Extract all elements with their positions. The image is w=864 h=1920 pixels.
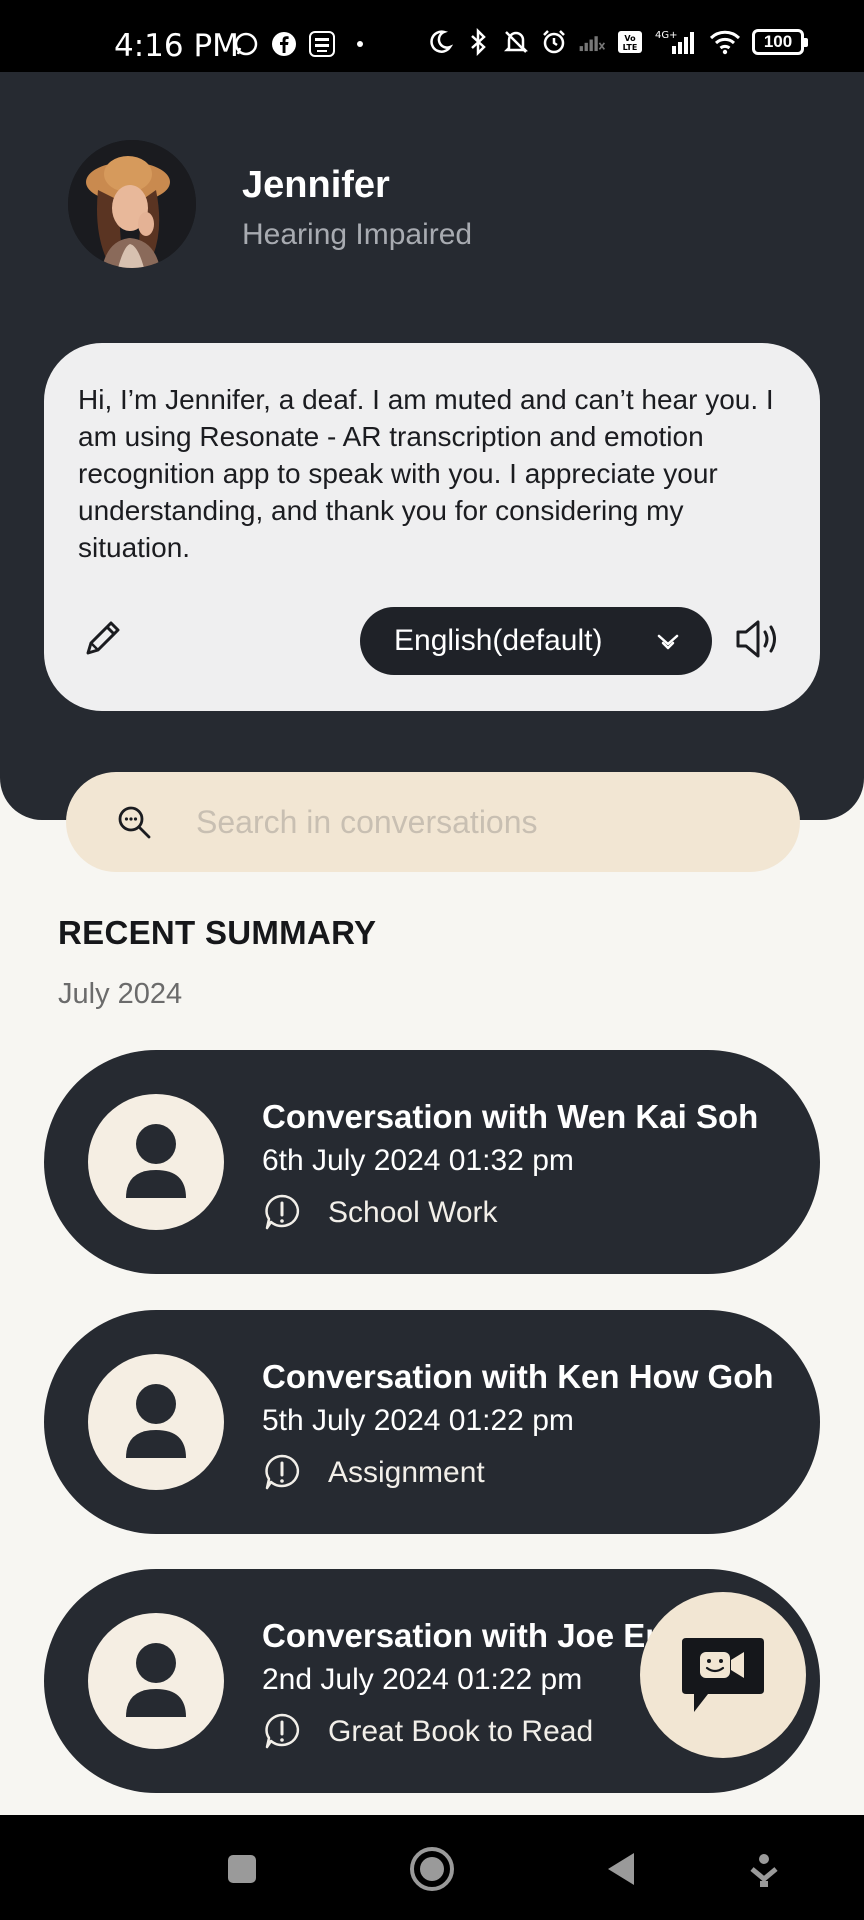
conversation-topic: Assignment (328, 1456, 485, 1489)
speak-aloud-button[interactable] (732, 613, 784, 665)
status-system-icons: Vo LTE 4G+ 100 (426, 28, 808, 56)
profile-name: Jennifer (242, 164, 390, 206)
search-input[interactable] (196, 796, 756, 848)
video-chat-button[interactable] (640, 1592, 806, 1758)
conversation-title: Conversation with Joe Er (262, 1617, 659, 1654)
contact-avatar (88, 1094, 224, 1230)
svg-text:4G+: 4G+ (655, 30, 678, 41)
alarm-icon (540, 28, 568, 56)
language-selector-label: English(default) (394, 624, 603, 657)
bell-off-icon (502, 28, 530, 56)
status-bar: 4:16 PM Vo LTE 4G+ 100 (0, 0, 864, 72)
profile-role: Hearing Impaired (242, 218, 473, 251)
profile-avatar[interactable] (68, 140, 196, 268)
status-notification-icons (232, 30, 374, 58)
touch-n-go-icon (308, 30, 336, 58)
conversation-date: 6th July 2024 01:32 pm (262, 1144, 574, 1177)
signal-4g-icon: 4G+ (654, 28, 698, 56)
signal-icon (578, 28, 606, 56)
dot-icon (346, 30, 374, 58)
recent-summary-month: July 2024 (58, 978, 183, 1010)
person-icon (126, 1124, 186, 1198)
home-circle-icon[interactable] (408, 1845, 456, 1893)
conversation-topic: School Work (328, 1196, 498, 1229)
back-triangle-icon[interactable] (598, 1845, 646, 1893)
conversation-card[interactable]: Conversation with Wen Kai Soh 6th July 2… (44, 1050, 820, 1274)
contact-avatar (88, 1613, 224, 1749)
conversation-card[interactable]: Conversation with Ken How Goh 5th July 2… (44, 1310, 820, 1534)
intro-message-card: Hi, I’m Jennifer, a deaf. I am muted and… (44, 343, 820, 711)
contact-avatar (88, 1354, 224, 1490)
svg-text:Vo: Vo (624, 34, 636, 43)
profile-photo (68, 140, 196, 268)
person-icon (126, 1643, 186, 1717)
conversation-date: 2nd July 2024 01:22 pm (262, 1663, 583, 1696)
assistant-icon[interactable] (740, 1845, 788, 1893)
whatsapp-icon (232, 30, 260, 58)
language-selector[interactable]: English(default) (360, 607, 712, 675)
facebook-icon (270, 30, 298, 58)
topic-alert-icon (265, 1454, 300, 1490)
topic-alert-icon (265, 1194, 300, 1230)
battery-indicator: 100 (752, 29, 808, 55)
conversation-title: Conversation with Wen Kai Soh (262, 1098, 759, 1135)
conversation-title: Conversation with Ken How Goh (262, 1358, 774, 1395)
recent-summary-title: RECENT SUMMARY (58, 914, 377, 951)
volte-icon: Vo LTE (616, 28, 644, 56)
speaker-icon (736, 620, 776, 658)
edit-message-button[interactable] (78, 613, 128, 663)
person-icon (126, 1384, 186, 1458)
wifi-icon (708, 28, 742, 56)
system-nav-bar (0, 1815, 864, 1920)
topic-alert-icon (265, 1713, 300, 1749)
svg-text:LTE: LTE (623, 43, 638, 52)
search-icon (118, 806, 151, 839)
intro-message: Hi, I’m Jennifer, a deaf. I am muted and… (78, 384, 774, 563)
status-time: 4:16 PM (114, 28, 239, 64)
chevron-down-icon (657, 634, 679, 650)
pencil-icon (86, 621, 120, 655)
conversation-date: 5th July 2024 01:22 pm (262, 1404, 574, 1437)
video-chat-icon (682, 1638, 764, 1712)
conversation-topic: Great Book to Read (328, 1715, 594, 1748)
moon-icon (426, 28, 454, 56)
bluetooth-icon (464, 28, 492, 56)
search-bar[interactable] (66, 772, 800, 872)
recents-square-icon[interactable] (218, 1845, 266, 1893)
